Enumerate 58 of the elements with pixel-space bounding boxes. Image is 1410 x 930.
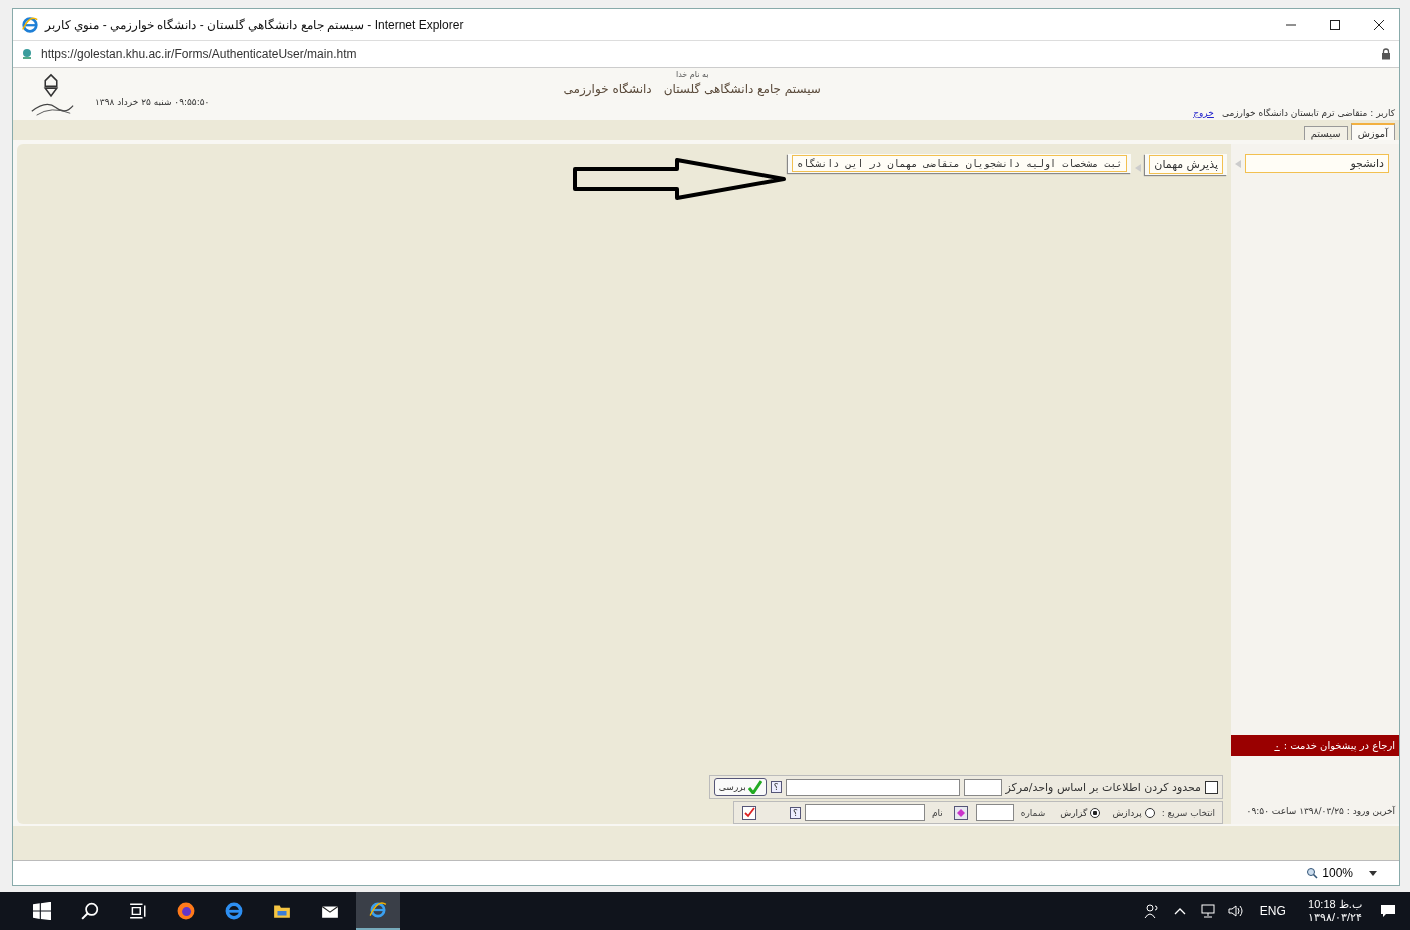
language-indicator[interactable]: ENG <box>1259 904 1286 918</box>
browser-logo-icon <box>21 15 39 34</box>
pointer-arrow-icon <box>572 158 789 200</box>
lock-icon <box>1381 48 1391 60</box>
menu-item[interactable]: دانشجو <box>1245 154 1389 173</box>
input-field[interactable] <box>785 778 960 796</box>
number-field[interactable] <box>975 804 1014 821</box>
task-view-icon[interactable] <box>129 902 147 920</box>
last-login-text: آخرین ورود : ۱۳۹۸/۰۳/۲۵ ساعت ۰۹:۵۰ <box>1245 806 1396 818</box>
search-icon[interactable] <box>81 902 99 920</box>
maximize-icon[interactable] <box>1329 18 1341 31</box>
people-icon[interactable] <box>1143 903 1160 919</box>
book-icon[interactable] <box>953 805 968 820</box>
clock-time[interactable]: 10:18 ب.ظ <box>1308 898 1362 911</box>
checkbox[interactable] <box>1205 780 1218 794</box>
edge-icon[interactable] <box>225 902 243 920</box>
help-button[interactable]: ؟ <box>770 781 782 793</box>
submenu-arrow-icon <box>1235 159 1241 168</box>
system-title: سيستم جامع دانشگاهی گلستان <box>663 82 821 96</box>
page-icon <box>21 48 33 60</box>
address-field[interactable]: https://golestan.khu.ac.ir/Forms/AuthenticateUser/main.htm <box>41 47 357 61</box>
date-time: ۰۹:۵۵:۵۰ شنبه ۲۵ خرداد ۱۳۹۸ <box>95 96 210 107</box>
input-field[interactable] <box>963 778 1002 796</box>
service-link[interactable]: ٠ <box>1274 740 1280 751</box>
network-icon[interactable] <box>1199 903 1216 919</box>
menu-item[interactable]: ثبت مشخصات اولیه دانشجویان متقاضی مهمان در این دانشگاه <box>792 155 1128 172</box>
firefox-icon[interactable] <box>177 902 195 920</box>
radio-option[interactable]: گزارش <box>1052 807 1101 818</box>
zoom-icon[interactable] <box>1306 867 1319 879</box>
quick-select-label: انتخاب سریع : <box>1160 807 1216 818</box>
start-icon[interactable] <box>33 902 51 920</box>
basmala-text: به نام خدا <box>675 70 709 79</box>
close-icon[interactable] <box>1373 18 1385 31</box>
confirm-checkbox-icon[interactable] <box>742 805 757 820</box>
browser-logo-icon[interactable] <box>369 901 387 919</box>
checkmark-icon <box>747 780 762 794</box>
number-label: شماره <box>1019 807 1047 818</box>
name-label: نام <box>930 807 944 818</box>
dropdown-caret-icon[interactable] <box>1369 870 1377 876</box>
menu-tab[interactable]: آموزش <box>1350 123 1395 140</box>
radio-option[interactable]: پردازش <box>1104 807 1155 818</box>
service-label: ارجاع در پیشخوان خدمت : <box>1283 740 1395 751</box>
user-info: کاربر : متقاضی ترم تابستان دانشگاه خوارزمی <box>1221 108 1395 118</box>
zoom-level[interactable]: 100% <box>1322 866 1353 880</box>
menu-item[interactable]: پذیرش مهمان <box>1149 155 1223 174</box>
submenu-arrow-icon <box>1135 164 1142 172</box>
name-field[interactable] <box>804 804 925 821</box>
clock-date[interactable]: ۱۳۹۸/۰۳/۲۴ <box>1307 911 1362 924</box>
menu-tab[interactable]: سیستم <box>1303 126 1348 140</box>
filter-label: محدود کردن اطلاعات بر اساس واحد/مرکز <box>1005 780 1201 794</box>
folder-icon[interactable] <box>273 902 291 920</box>
check-button[interactable]: بررسی <box>713 778 767 796</box>
university-name: دانشگاه خوارزمی <box>563 82 652 96</box>
help-button[interactable]: ؟ <box>790 806 801 819</box>
volume-icon[interactable] <box>1227 903 1244 919</box>
logout-link[interactable]: خروج <box>1193 108 1214 118</box>
notification-icon[interactable] <box>1380 903 1396 919</box>
window-title: سيستم جامع دانشگاهي گلستان - دانشگاه خوارزمي - منوي کاربر - Internet Explorer <box>45 17 464 32</box>
